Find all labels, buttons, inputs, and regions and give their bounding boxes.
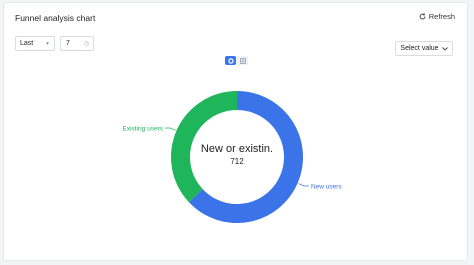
donut-center-label: New or existin. (201, 143, 273, 155)
donut-center-value: 712 (230, 157, 244, 166)
donut-chart: New usersExisting users New or existin. … (123, 91, 342, 223)
donut-slice-label: Existing users (123, 126, 164, 133)
donut-leader-line (298, 183, 309, 187)
donut-slice-label: New users (311, 183, 342, 190)
donut-leader-line (165, 127, 176, 131)
